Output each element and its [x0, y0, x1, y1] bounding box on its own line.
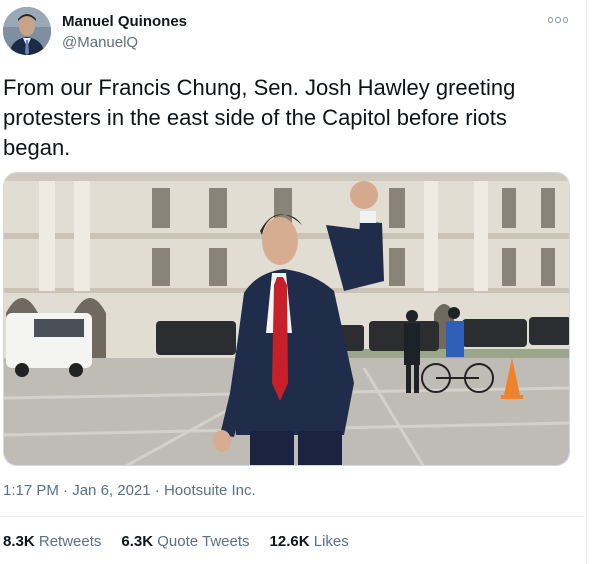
- more-options-icon[interactable]: [548, 13, 568, 27]
- tweet-date[interactable]: Jan 6, 2021: [72, 482, 150, 499]
- quote-tweets-label: Quote Tweets: [157, 533, 250, 550]
- divider: [0, 516, 584, 517]
- dot-icon: [562, 17, 568, 23]
- author-name[interactable]: Manuel Quinones: [62, 13, 187, 30]
- quote-tweets-stat[interactable]: 6.3K Quote Tweets: [121, 533, 249, 550]
- likes-label: Likes: [313, 533, 349, 550]
- timeline-border: [586, 0, 587, 564]
- tweet-text: From our Francis Chung, Sen. Josh Hawley…: [3, 75, 516, 160]
- tweet-metadata: 1:17 PM · Jan 6, 2021 · Hootsuite Inc.: [3, 482, 256, 499]
- quote-tweets-count: 6.3K: [121, 533, 154, 550]
- separator: ·: [63, 482, 73, 499]
- engagement-stats: 8.3K Retweets 6.3K Quote Tweets 12.6K Li…: [3, 533, 349, 550]
- retweets-label: Retweets: [38, 533, 102, 550]
- tweet-photo[interactable]: [3, 172, 570, 466]
- separator: ·: [154, 482, 164, 499]
- retweets-count: 8.3K: [3, 533, 35, 550]
- tweet-time[interactable]: 1:17 PM: [3, 482, 59, 499]
- likes-count: 12.6K: [269, 533, 310, 550]
- tweet-card: Manuel Quinones @ManuelQ From our Franci…: [0, 0, 584, 564]
- likes-stat[interactable]: 12.6K Likes: [270, 533, 349, 550]
- retweets-stat[interactable]: 8.3K Retweets: [3, 533, 101, 550]
- author-handle[interactable]: @ManuelQ: [62, 34, 138, 51]
- dot-icon: [555, 17, 561, 23]
- dot-icon: [548, 17, 554, 23]
- avatar[interactable]: [3, 7, 51, 55]
- tweet-source[interactable]: Hootsuite Inc.: [164, 482, 256, 499]
